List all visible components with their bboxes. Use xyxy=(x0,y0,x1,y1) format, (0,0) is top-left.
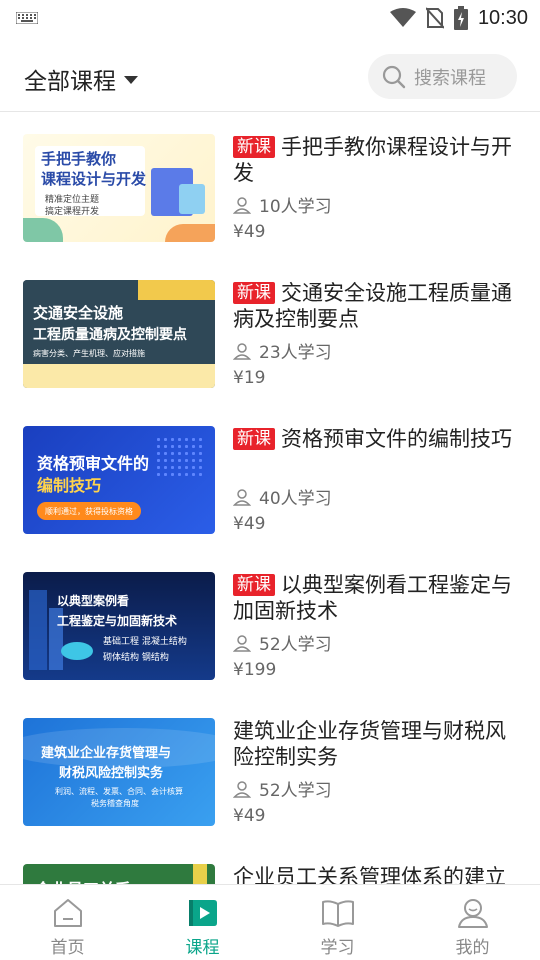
learner-count-text: 40人学习 xyxy=(259,489,332,509)
learner-count: 52人学习 xyxy=(233,630,332,655)
thumbnail-text: 利润、流程、发票、合同、会计核算 xyxy=(55,787,183,796)
thumbnail-text: 病害分类、产生机理、应对措施 xyxy=(33,349,145,358)
learner-count-text: 52人学习 xyxy=(259,781,332,801)
course-price: ¥199 xyxy=(233,660,277,680)
thumbnail-text: 砌体结构 钢结构 xyxy=(103,653,169,663)
person-icon xyxy=(233,780,251,798)
person-icon xyxy=(233,634,251,652)
keyboard-icon xyxy=(16,12,38,24)
learner-count: 40人学习 xyxy=(233,484,332,509)
battery-charging-icon xyxy=(453,6,468,30)
thumbnail-text: 基础工程 混凝土结构 xyxy=(103,637,187,647)
book-icon xyxy=(321,900,354,927)
tab-label: 学习 xyxy=(320,938,355,958)
new-course-badge: 新课 xyxy=(233,282,275,304)
course-item[interactable]: 建筑业企业存货管理与 财税风险控制实务 利润、流程、发票、合同、会计核算 税务稽… xyxy=(0,696,540,842)
new-course-badge: 新课 xyxy=(233,136,275,158)
course-title[interactable]: 新课 以典型案例看工程鉴定与加固新技术 xyxy=(233,572,518,624)
wifi-icon xyxy=(389,8,416,27)
tab-label: 课程 xyxy=(185,938,220,958)
course-title-text: 资格预审文件的编制技巧 xyxy=(281,427,512,451)
course-thumbnail: 交通安全设施 工程质量通病及控制要点 病害分类、产生机理、应对措施 xyxy=(23,280,215,388)
person-icon xyxy=(233,196,251,214)
course-title[interactable]: 新课 交通安全设施工程质量通病及控制要点 xyxy=(233,280,518,332)
course-play-icon xyxy=(188,900,217,926)
tab-study[interactable]: 学习 xyxy=(270,885,405,960)
thumbnail-text: 交通安全设施 xyxy=(33,304,124,322)
page-title: 全部课程 xyxy=(24,69,116,95)
search-placeholder: 搜索课程 xyxy=(414,67,486,89)
thumbnail-text: 工程质量通病及控制要点 xyxy=(33,327,187,343)
tab-courses[interactable]: 课程 xyxy=(135,885,270,960)
course-price: ¥49 xyxy=(233,222,266,242)
clock: 10:30 xyxy=(477,6,528,29)
thumbnail-text: 工程鉴定与加固新技术 xyxy=(57,614,178,628)
course-thumbnail: 企业员工关系 xyxy=(23,864,215,884)
thumbnail-text: 课程设计与开发 xyxy=(41,170,147,188)
course-price: ¥49 xyxy=(233,806,266,826)
course-item[interactable]: 企业员工关系 企业员工关系管理体系的建立 xyxy=(0,842,540,884)
tab-label: 首页 xyxy=(50,938,85,958)
category-dropdown[interactable]: 全部课程 xyxy=(24,62,138,96)
person-icon xyxy=(233,342,251,360)
course-thumbnail: 资格预审文件的 编制技巧 顺利通过，获得投标资格 xyxy=(23,426,215,534)
course-thumbnail: 手把手教你 课程设计与开发 精准定位主题 搞定课程开发 xyxy=(23,134,215,242)
course-item[interactable]: 交通安全设施 工程质量通病及控制要点 病害分类、产生机理、应对措施 新课 交通安全… xyxy=(0,258,540,404)
learner-count: 10人学习 xyxy=(233,192,332,217)
course-list[interactable]: 手把手教你 课程设计与开发 精准定位主题 搞定课程开发 新课 手把手教你课程设计与… xyxy=(0,112,540,884)
course-thumbnail: 建筑业企业存货管理与 财税风险控制实务 利润、流程、发票、合同、会计核算 税务稽… xyxy=(23,718,215,826)
thumbnail-text: 顺利通过，获得投标资格 xyxy=(45,506,133,516)
course-price: ¥19 xyxy=(233,368,266,388)
search-bar[interactable]: 搜索课程 xyxy=(368,54,517,99)
learner-count-text: 10人学习 xyxy=(259,197,332,217)
tab-label: 我的 xyxy=(455,938,490,958)
status-bar: 10:30 xyxy=(0,0,540,36)
thumbnail-text: 财税风险控制实务 xyxy=(59,766,164,781)
profile-icon xyxy=(457,899,488,928)
caret-down-icon xyxy=(124,76,138,84)
home-icon xyxy=(53,899,82,927)
learner-count-text: 52人学习 xyxy=(259,635,332,655)
thumbnail-text: 手把手教你 xyxy=(41,150,117,168)
new-course-badge: 新课 xyxy=(233,574,275,596)
thumbnail-text: 搞定课程开发 xyxy=(45,207,100,217)
course-title[interactable]: 新课 手把手教你课程设计与开发 xyxy=(233,134,518,186)
thumbnail-text: 编制技巧 xyxy=(37,476,102,495)
learner-count-text: 23人学习 xyxy=(259,343,332,363)
thumbnail-text: 税务稽查角度 xyxy=(91,799,139,808)
course-title[interactable]: 新课 资格预审文件的编制技巧 xyxy=(233,426,518,452)
learner-count: 23人学习 xyxy=(233,338,332,363)
course-thumbnail: 以典型案例看 工程鉴定与加固新技术 基础工程 混凝土结构 砌体结构 钢结构 xyxy=(23,572,215,680)
person-icon xyxy=(233,488,251,506)
search-icon xyxy=(382,65,406,88)
course-item[interactable]: 手把手教你 课程设计与开发 精准定位主题 搞定课程开发 新课 手把手教你课程设计与… xyxy=(0,112,540,258)
tab-home[interactable]: 首页 xyxy=(0,885,135,960)
page-header: 全部课程 搜索课程 xyxy=(0,40,540,112)
no-sim-icon xyxy=(425,7,444,29)
course-item[interactable]: 资格预审文件的 编制技巧 顺利通过，获得投标资格 新课 资格预审文件的编制技巧 4… xyxy=(0,404,540,550)
course-price: ¥49 xyxy=(233,514,266,534)
course-title[interactable]: 企业员工关系管理体系的建立 xyxy=(233,864,518,884)
bottom-tab-bar: 首页 课程 学习 我的 xyxy=(0,884,540,960)
new-course-badge: 新课 xyxy=(233,428,275,450)
course-item[interactable]: 以典型案例看 工程鉴定与加固新技术 基础工程 混凝土结构 砌体结构 钢结构 新课… xyxy=(0,550,540,696)
thumbnail-text: 资格预审文件的 xyxy=(37,454,150,473)
course-title[interactable]: 建筑业企业存货管理与财税风险控制实务 xyxy=(233,718,518,770)
learner-count: 52人学习 xyxy=(233,776,332,801)
tab-profile[interactable]: 我的 xyxy=(405,885,540,960)
thumbnail-text: 以典型案例看 xyxy=(57,594,130,608)
thumbnail-text: 企业员工关系 xyxy=(35,876,131,884)
thumbnail-text: 建筑业企业存货管理与 xyxy=(41,746,172,761)
